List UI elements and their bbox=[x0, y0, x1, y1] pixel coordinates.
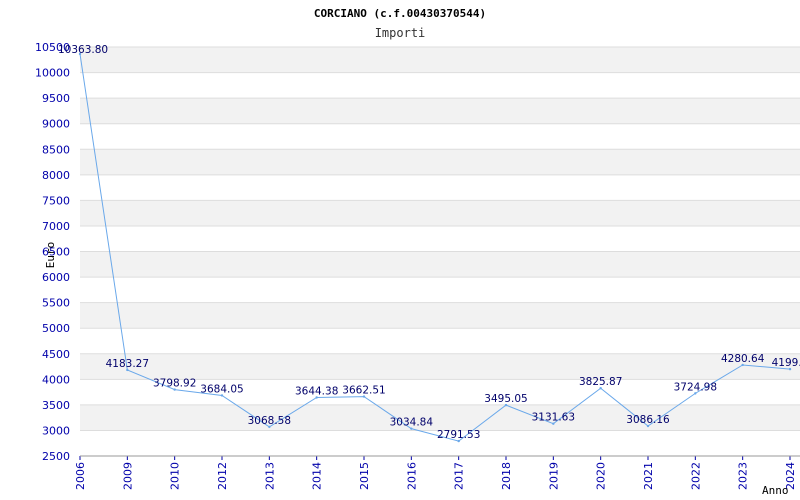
x-tick-label: 2016 bbox=[405, 462, 418, 490]
grid-band bbox=[80, 353, 800, 380]
x-tick-label: 2014 bbox=[311, 462, 324, 490]
y-tick-label: 5500 bbox=[42, 297, 70, 310]
y-tick-label: 7500 bbox=[42, 194, 70, 207]
x-tick-label: 2022 bbox=[689, 462, 702, 490]
y-tick-label: 6000 bbox=[42, 271, 70, 284]
data-label: 3825.87 bbox=[579, 376, 622, 388]
x-tick-label: 2010 bbox=[169, 462, 182, 490]
data-label: 10363.80 bbox=[58, 44, 108, 56]
y-tick-label: 9000 bbox=[42, 118, 70, 131]
chart-subtitle: Importi bbox=[375, 26, 426, 40]
chart-title: CORCIANO (c.f.00430370544) bbox=[314, 7, 486, 20]
grid-band bbox=[80, 251, 800, 278]
data-label: 3684.05 bbox=[200, 383, 243, 395]
line-chart: CORCIANO (c.f.00430370544) Importi 2500 3… bbox=[35, 7, 800, 497]
x-tick-label: 2023 bbox=[737, 462, 750, 490]
y-tick-label: 9500 bbox=[42, 92, 70, 105]
x-tick-label: 2015 bbox=[358, 462, 371, 490]
x-axis-label: Anno bbox=[762, 484, 789, 497]
grid-band bbox=[80, 149, 800, 175]
y-tick-label: 10000 bbox=[35, 67, 70, 80]
data-label: 3798.92 bbox=[153, 378, 196, 390]
grid-band bbox=[80, 200, 800, 226]
x-tick-label: 2009 bbox=[121, 462, 134, 490]
data-label: 3644.38 bbox=[295, 385, 338, 397]
data-label: 3662.51 bbox=[342, 385, 385, 397]
data-label: 3034.84 bbox=[390, 417, 434, 429]
y-axis-label: Euro bbox=[44, 242, 57, 269]
data-label: 4280.64 bbox=[721, 353, 765, 365]
grid-bands bbox=[80, 47, 800, 431]
grid-band bbox=[80, 47, 800, 73]
grid-band bbox=[80, 98, 800, 124]
data-label: 4183.27 bbox=[106, 358, 149, 370]
y-tick-label: 7000 bbox=[42, 220, 70, 233]
data-label: 2791.53 bbox=[437, 429, 480, 441]
x-tick-label: 2020 bbox=[595, 462, 608, 490]
data-label: 3086.16 bbox=[626, 414, 670, 426]
data-label: 3068.58 bbox=[248, 415, 291, 427]
y-tick-label: 8500 bbox=[42, 143, 70, 156]
data-label: 3724.98 bbox=[674, 381, 717, 393]
y-tick-label: 4500 bbox=[42, 348, 70, 361]
y-tick-label: 3500 bbox=[42, 399, 70, 412]
y-tick-label: 2500 bbox=[42, 450, 70, 463]
x-axis-ticks: 2006 2009 2010 2012 2013 2014 2015 2016 2017 2018… bbox=[74, 456, 797, 490]
grid-band bbox=[80, 302, 800, 329]
y-tick-label: 3000 bbox=[42, 424, 70, 437]
x-tick-label: 2019 bbox=[547, 462, 560, 490]
data-label: 4199.2 bbox=[772, 357, 800, 369]
y-tick-label: 5000 bbox=[42, 322, 70, 335]
grid-band bbox=[80, 404, 800, 431]
data-label: 3495.05 bbox=[484, 393, 527, 405]
x-tick-label: 2021 bbox=[642, 462, 655, 490]
data-label: 3131.63 bbox=[532, 412, 575, 424]
x-tick-label: 2012 bbox=[216, 462, 229, 490]
y-tick-label: 8000 bbox=[42, 169, 70, 182]
x-tick-label: 2013 bbox=[263, 462, 276, 490]
x-tick-label: 2006 bbox=[74, 462, 87, 490]
x-tick-label: 2018 bbox=[500, 462, 513, 490]
x-tick-label: 2017 bbox=[453, 462, 466, 490]
y-tick-label: 4000 bbox=[42, 373, 70, 386]
